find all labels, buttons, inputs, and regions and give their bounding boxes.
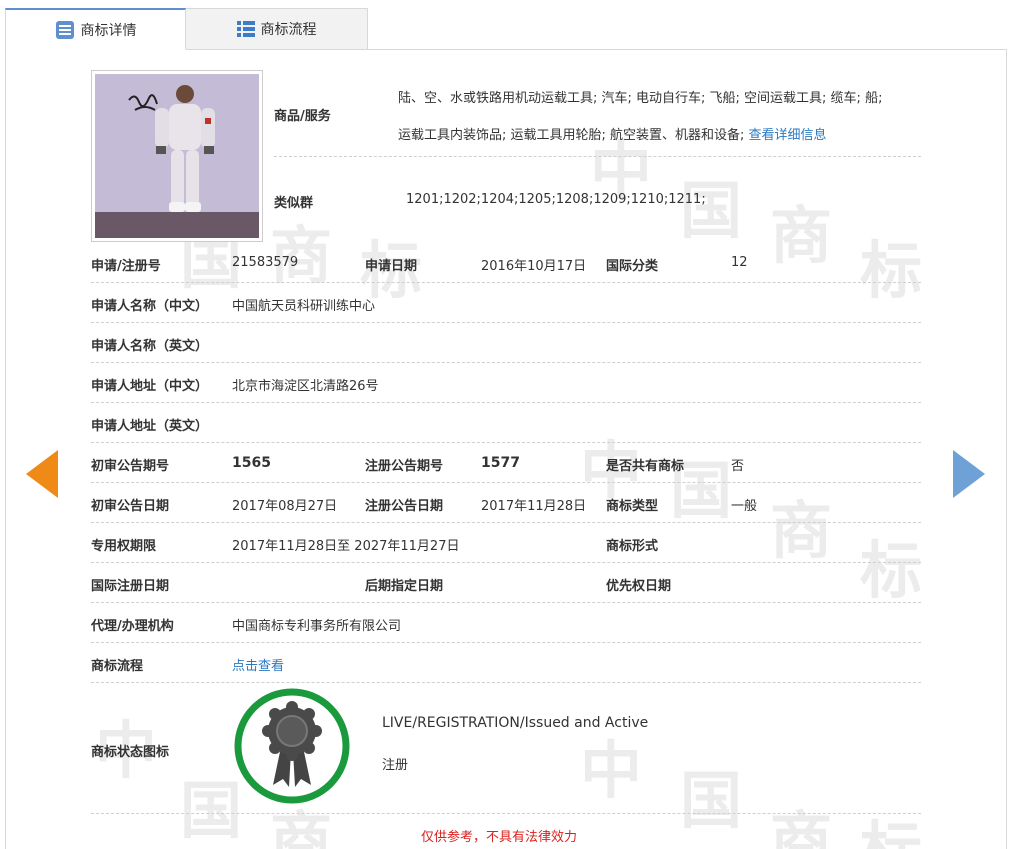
address-en-label: 申请人地址（英文） — [91, 419, 209, 434]
term-value: 2017年11月28日至 2027年11月27日 — [232, 539, 460, 554]
info-row-issue-numbers: 初审公告期号 1565 注册公告期号 1577 是否共有商标 否 — [91, 443, 921, 483]
tab-trademark-details[interactable]: 商标详情 — [5, 8, 186, 50]
shared-label: 是否共有商标 — [606, 459, 685, 474]
info-row-issue-dates: 初审公告日期 2017年08月27日 注册公告日期 2017年11月28日 商标… — [91, 483, 921, 523]
trademark-image[interactable] — [91, 70, 263, 242]
reg-date-label: 注册公告日期 — [365, 499, 444, 514]
goods-services-value: 陆、空、水或铁路用机动运载工具; 汽车; 电动自行车; 飞船; 空间运载工具; … — [398, 91, 883, 106]
reg-issue-label: 注册公告期号 — [365, 459, 444, 474]
goods-services-value-cont: 运载工具内装饰品; 运载工具用轮胎; 航空装置、机器和设备; 查看详细信息 — [398, 124, 827, 143]
info-row-applicant-en: 申请人名称（英文） — [91, 323, 921, 363]
goods-services-label: 商品/服务 — [274, 109, 331, 124]
similar-group-value: 1201;1202;1204;1205;1208;1209;1210;1211; — [406, 192, 706, 207]
applicant-en-label: 申请人名称（英文） — [91, 339, 209, 354]
info-row-process: 商标流程 点击查看 — [91, 643, 921, 683]
status-english: LIVE/REGISTRATION/Issued and Active — [382, 715, 649, 731]
view-process-link[interactable]: 点击查看 — [232, 655, 284, 674]
info-row-term: 专用权期限 2017年11月28日至 2027年11月27日 商标形式 — [91, 523, 921, 563]
info-row-address-cn: 申请人地址（中文） 北京市海淀区北清路26号 — [91, 363, 921, 403]
status-section: 商标状态图标 LIVE/REGISTRATION/Issued and Acti… — [91, 683, 921, 814]
registered-seal-icon — [233, 687, 351, 805]
agent-label: 代理/办理机构 — [91, 619, 174, 634]
divider — [274, 156, 921, 157]
flow-list-icon — [236, 21, 255, 37]
applicant-cn-value: 中国航天员科研训练中心 — [232, 299, 376, 314]
prelim-issue-label: 初审公告期号 — [91, 459, 170, 474]
tm-form-label: 商标形式 — [606, 539, 659, 554]
priority-date-label: 优先权日期 — [606, 579, 672, 594]
tm-type-label: 商标类型 — [606, 499, 659, 514]
intl-class-value: 12 — [731, 255, 748, 270]
astronaut-photo — [95, 74, 259, 238]
similar-group-label: 类似群 — [274, 196, 314, 211]
reg-date-value: 2017年11月28日 — [481, 499, 587, 514]
prelim-issue-value: 1565 — [232, 455, 271, 471]
info-row-dates-misc: 国际注册日期 后期指定日期 优先权日期 — [91, 563, 921, 603]
status-icon-label: 商标状态图标 — [91, 745, 170, 760]
tab-bar: 商标详情 商标流程 — [5, 8, 1007, 50]
shared-value: 否 — [731, 459, 745, 474]
status-chinese: 注册 — [382, 758, 409, 773]
goods-services-text: 运载工具内装饰品; 运载工具用轮胎; 航空装置、机器和设备; — [398, 128, 745, 143]
later-designation-label: 后期指定日期 — [365, 579, 444, 594]
intl-class-label: 国际分类 — [606, 259, 659, 274]
intl-reg-date-label: 国际注册日期 — [91, 579, 170, 594]
prelim-date-value: 2017年08月27日 — [232, 499, 338, 514]
reg-no-label: 申请/注册号 — [91, 259, 161, 274]
reg-no-value: 21583579 — [232, 255, 299, 270]
term-label: 专用权期限 — [91, 539, 157, 554]
tab-label: 商标详情 — [80, 22, 137, 39]
next-arrow-icon[interactable] — [953, 450, 985, 498]
view-details-link[interactable]: 查看详细信息 — [749, 128, 827, 143]
tm-type-value: 一般 — [731, 499, 758, 514]
process-label: 商标流程 — [91, 659, 144, 674]
list-detail-icon — [55, 20, 75, 40]
tab-label: 商标流程 — [260, 22, 317, 38]
info-row-address-en: 申请人地址（英文） — [91, 403, 921, 443]
reg-issue-value: 1577 — [481, 455, 520, 471]
prelim-date-label: 初审公告日期 — [91, 499, 170, 514]
agent-value: 中国商标专利事务所有限公司 — [232, 619, 402, 634]
apply-date-value: 2016年10月17日 — [481, 259, 587, 274]
address-cn-label: 申请人地址（中文） — [91, 379, 209, 394]
prev-arrow-icon[interactable] — [26, 450, 58, 498]
info-row-applicant-cn: 申请人名称（中文） 中国航天员科研训练中心 — [91, 283, 921, 323]
disclaimer-text: 仅供参考，不具有法律效力 — [421, 830, 578, 845]
address-cn-value: 北京市海淀区北清路26号 — [232, 379, 379, 394]
applicant-cn-label: 申请人名称（中文） — [91, 299, 209, 314]
info-row-registration: 申请/注册号 21583579 申请日期 2016年10月17日 国际分类 12 — [91, 243, 921, 283]
apply-date-label: 申请日期 — [365, 259, 418, 274]
tab-trademark-process[interactable]: 商标流程 — [186, 8, 368, 50]
info-row-agent: 代理/办理机构 中国商标专利事务所有限公司 — [91, 603, 921, 643]
